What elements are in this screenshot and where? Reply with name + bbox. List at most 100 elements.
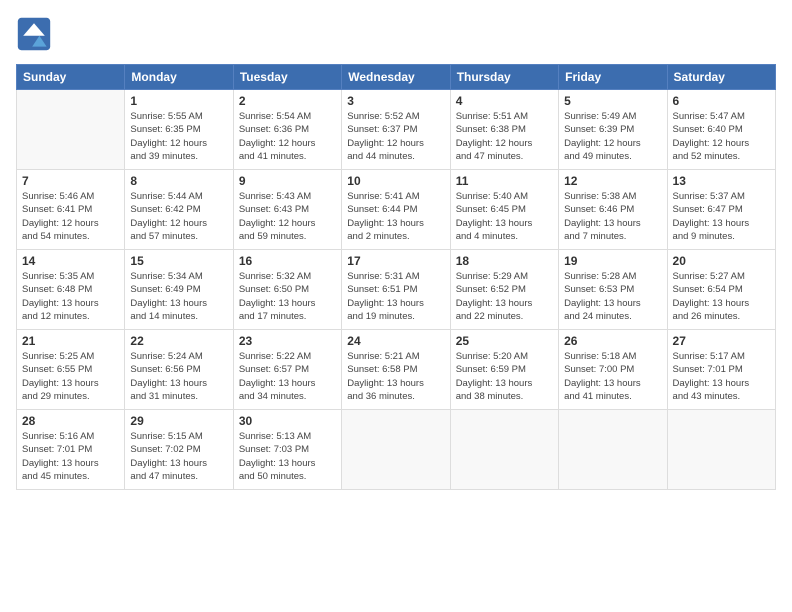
calendar-cell: 28 Sunrise: 5:16 AMSunset: 7:01 PMDayligh… (17, 410, 125, 490)
calendar-cell: 5 Sunrise: 5:49 AMSunset: 6:39 PMDaylight… (559, 90, 667, 170)
calendar-cell: 1 Sunrise: 5:55 AMSunset: 6:35 PMDaylight… (125, 90, 233, 170)
calendar-cell: 14 Sunrise: 5:35 AMSunset: 6:48 PMDayligh… (17, 250, 125, 330)
calendar-cell: 23 Sunrise: 5:22 AMSunset: 6:57 PMDayligh… (233, 330, 341, 410)
day-info: Sunrise: 5:51 AMSunset: 6:38 PMDaylight:… (456, 110, 553, 163)
day-number: 23 (239, 334, 336, 348)
day-info: Sunrise: 5:38 AMSunset: 6:46 PMDaylight:… (564, 190, 661, 243)
day-info: Sunrise: 5:41 AMSunset: 6:44 PMDaylight:… (347, 190, 444, 243)
day-header-monday: Monday (125, 65, 233, 90)
day-number: 17 (347, 254, 444, 268)
day-number: 12 (564, 174, 661, 188)
day-number: 20 (673, 254, 770, 268)
calendar-cell: 18 Sunrise: 5:29 AMSunset: 6:52 PMDayligh… (450, 250, 558, 330)
calendar-cell (17, 90, 125, 170)
day-info: Sunrise: 5:15 AMSunset: 7:02 PMDaylight:… (130, 430, 227, 483)
day-number: 10 (347, 174, 444, 188)
week-row-3: 14 Sunrise: 5:35 AMSunset: 6:48 PMDayligh… (17, 250, 776, 330)
day-header-wednesday: Wednesday (342, 65, 450, 90)
day-number: 30 (239, 414, 336, 428)
day-number: 19 (564, 254, 661, 268)
calendar-cell (342, 410, 450, 490)
calendar-cell: 12 Sunrise: 5:38 AMSunset: 6:46 PMDayligh… (559, 170, 667, 250)
week-row-2: 7 Sunrise: 5:46 AMSunset: 6:41 PMDaylight… (17, 170, 776, 250)
day-number: 3 (347, 94, 444, 108)
day-info: Sunrise: 5:54 AMSunset: 6:36 PMDaylight:… (239, 110, 336, 163)
day-number: 4 (456, 94, 553, 108)
calendar-cell (667, 410, 775, 490)
day-info: Sunrise: 5:47 AMSunset: 6:40 PMDaylight:… (673, 110, 770, 163)
page-header (16, 16, 776, 52)
calendar-cell: 3 Sunrise: 5:52 AMSunset: 6:37 PMDaylight… (342, 90, 450, 170)
calendar-cell: 19Sunrise: 5:28 AMSunset: 6:53 PMDayligh… (559, 250, 667, 330)
day-info: Sunrise: 5:29 AMSunset: 6:52 PMDaylight:… (456, 270, 553, 323)
day-number: 8 (130, 174, 227, 188)
day-number: 22 (130, 334, 227, 348)
calendar-cell: 21Sunrise: 5:25 AMSunset: 6:55 PMDayligh… (17, 330, 125, 410)
day-number: 28 (22, 414, 119, 428)
day-info: Sunrise: 5:20 AMSunset: 6:59 PMDaylight:… (456, 350, 553, 403)
week-row-4: 21Sunrise: 5:25 AMSunset: 6:55 PMDayligh… (17, 330, 776, 410)
calendar-cell: 8 Sunrise: 5:44 AMSunset: 6:42 PMDaylight… (125, 170, 233, 250)
day-info: Sunrise: 5:21 AMSunset: 6:58 PMDaylight:… (347, 350, 444, 403)
day-header-thursday: Thursday (450, 65, 558, 90)
calendar-cell: 26 Sunrise: 5:18 AMSunset: 7:00 PMDayligh… (559, 330, 667, 410)
week-row-5: 28 Sunrise: 5:16 AMSunset: 7:01 PMDayligh… (17, 410, 776, 490)
logo-icon (16, 16, 52, 52)
calendar-cell: 2 Sunrise: 5:54 AMSunset: 6:36 PMDaylight… (233, 90, 341, 170)
day-number: 26 (564, 334, 661, 348)
calendar-cell: 13 Sunrise: 5:37 AMSunset: 6:47 PMDayligh… (667, 170, 775, 250)
calendar-cell: 17Sunrise: 5:31 AMSunset: 6:51 PMDayligh… (342, 250, 450, 330)
calendar-cell: 16Sunrise: 5:32 AMSunset: 6:50 PMDayligh… (233, 250, 341, 330)
day-header-sunday: Sunday (17, 65, 125, 90)
calendar-header-row: SundayMondayTuesdayWednesdayThursdayFrid… (17, 65, 776, 90)
calendar-cell (559, 410, 667, 490)
calendar-cell: 6 Sunrise: 5:47 AMSunset: 6:40 PMDaylight… (667, 90, 775, 170)
calendar-cell: 29Sunrise: 5:15 AMSunset: 7:02 PMDayligh… (125, 410, 233, 490)
calendar-cell: 20 Sunrise: 5:27 AMSunset: 6:54 PMDayligh… (667, 250, 775, 330)
week-row-1: 1 Sunrise: 5:55 AMSunset: 6:35 PMDaylight… (17, 90, 776, 170)
calendar-table: SundayMondayTuesdayWednesdayThursdayFrid… (16, 64, 776, 490)
day-info: Sunrise: 5:18 AMSunset: 7:00 PMDaylight:… (564, 350, 661, 403)
day-info: Sunrise: 5:40 AMSunset: 6:45 PMDaylight:… (456, 190, 553, 243)
calendar-cell: 11 Sunrise: 5:40 AMSunset: 6:45 PMDayligh… (450, 170, 558, 250)
calendar-cell: 15 Sunrise: 5:34 AMSunset: 6:49 PMDayligh… (125, 250, 233, 330)
day-number: 14 (22, 254, 119, 268)
day-info: Sunrise: 5:32 AMSunset: 6:50 PMDaylight:… (239, 270, 336, 323)
calendar-cell: 24Sunrise: 5:21 AMSunset: 6:58 PMDayligh… (342, 330, 450, 410)
day-number: 7 (22, 174, 119, 188)
calendar-cell: 7 Sunrise: 5:46 AMSunset: 6:41 PMDaylight… (17, 170, 125, 250)
calendar-cell: 10 Sunrise: 5:41 AMSunset: 6:44 PMDayligh… (342, 170, 450, 250)
day-header-tuesday: Tuesday (233, 65, 341, 90)
day-number: 18 (456, 254, 553, 268)
day-info: Sunrise: 5:13 AMSunset: 7:03 PMDaylight:… (239, 430, 336, 483)
day-info: Sunrise: 5:35 AMSunset: 6:48 PMDaylight:… (22, 270, 119, 323)
day-info: Sunrise: 5:17 AMSunset: 7:01 PMDaylight:… (673, 350, 770, 403)
day-number: 11 (456, 174, 553, 188)
day-number: 13 (673, 174, 770, 188)
day-number: 1 (130, 94, 227, 108)
day-number: 15 (130, 254, 227, 268)
day-info: Sunrise: 5:44 AMSunset: 6:42 PMDaylight:… (130, 190, 227, 243)
calendar-cell: 27Sunrise: 5:17 AMSunset: 7:01 PMDayligh… (667, 330, 775, 410)
day-info: Sunrise: 5:49 AMSunset: 6:39 PMDaylight:… (564, 110, 661, 163)
day-info: Sunrise: 5:46 AMSunset: 6:41 PMDaylight:… (22, 190, 119, 243)
day-info: Sunrise: 5:22 AMSunset: 6:57 PMDaylight:… (239, 350, 336, 403)
day-info: Sunrise: 5:43 AMSunset: 6:43 PMDaylight:… (239, 190, 336, 243)
calendar-cell: 9 Sunrise: 5:43 AMSunset: 6:43 PMDaylight… (233, 170, 341, 250)
day-number: 5 (564, 94, 661, 108)
day-info: Sunrise: 5:52 AMSunset: 6:37 PMDaylight:… (347, 110, 444, 163)
day-info: Sunrise: 5:37 AMSunset: 6:47 PMDaylight:… (673, 190, 770, 243)
day-info: Sunrise: 5:55 AMSunset: 6:35 PMDaylight:… (130, 110, 227, 163)
day-number: 9 (239, 174, 336, 188)
calendar-cell: 30 Sunrise: 5:13 AMSunset: 7:03 PMDayligh… (233, 410, 341, 490)
day-header-saturday: Saturday (667, 65, 775, 90)
day-info: Sunrise: 5:27 AMSunset: 6:54 PMDaylight:… (673, 270, 770, 323)
day-info: Sunrise: 5:34 AMSunset: 6:49 PMDaylight:… (130, 270, 227, 323)
day-header-friday: Friday (559, 65, 667, 90)
day-info: Sunrise: 5:25 AMSunset: 6:55 PMDaylight:… (22, 350, 119, 403)
day-number: 2 (239, 94, 336, 108)
day-number: 6 (673, 94, 770, 108)
day-info: Sunrise: 5:24 AMSunset: 6:56 PMDaylight:… (130, 350, 227, 403)
day-info: Sunrise: 5:16 AMSunset: 7:01 PMDaylight:… (22, 430, 119, 483)
calendar-cell: 22 Sunrise: 5:24 AMSunset: 6:56 PMDayligh… (125, 330, 233, 410)
